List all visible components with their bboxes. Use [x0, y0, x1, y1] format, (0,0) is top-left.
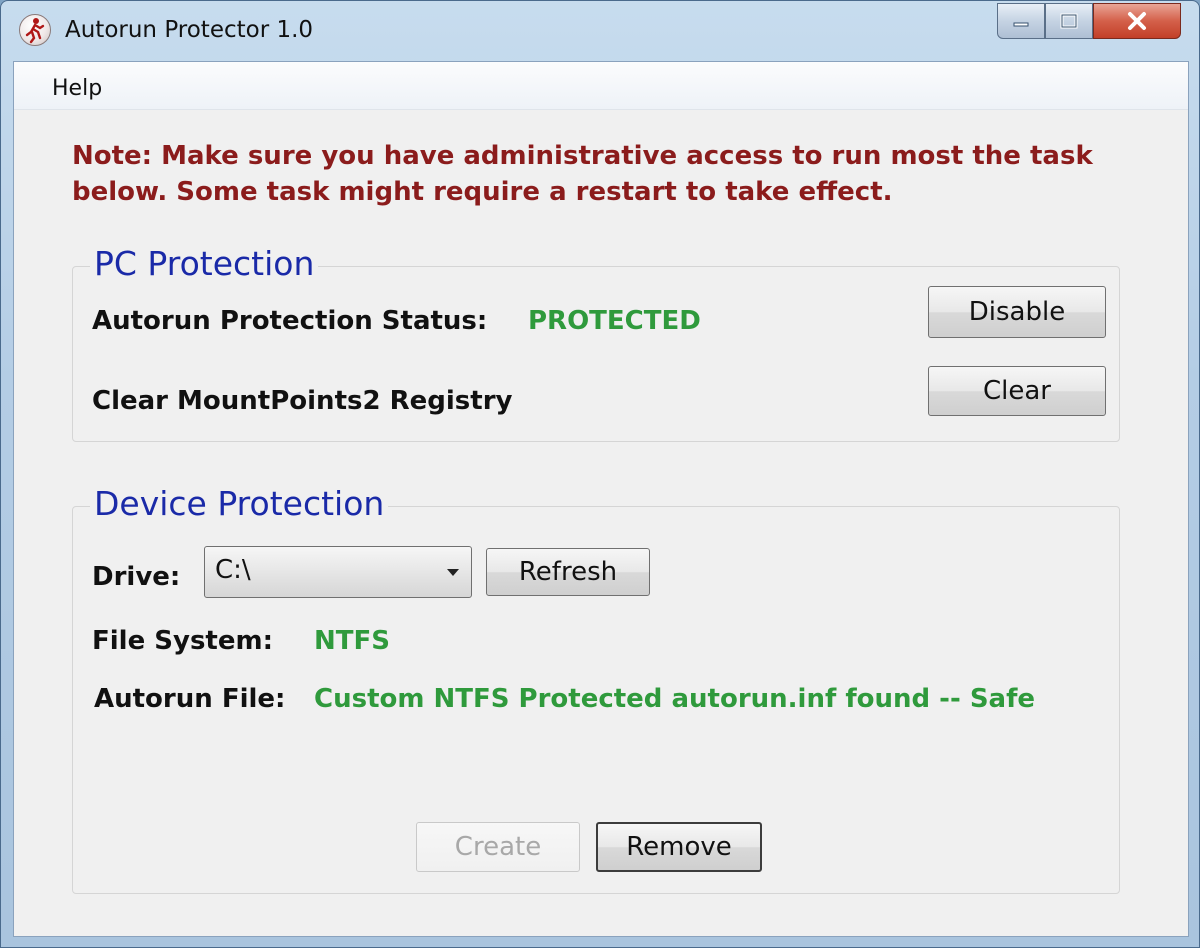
filesystem-value: NTFS — [314, 626, 390, 656]
autorun-file-value: Custom NTFS Protected autorun.inf found … — [314, 684, 1036, 714]
window-title: Autorun Protector 1.0 — [65, 17, 314, 43]
minimize-icon — [1013, 22, 1029, 27]
protection-status-value: PROTECTED — [528, 306, 701, 336]
create-button[interactable]: Create — [416, 822, 580, 872]
remove-button[interactable]: Remove — [596, 822, 762, 872]
autorun-file-label: Autorun File: — [94, 684, 286, 714]
app-runner-icon[interactable] — [19, 14, 51, 46]
title-bar[interactable]: Autorun Protector 1.0 — [1, 1, 1199, 61]
close-icon — [1128, 12, 1146, 30]
menu-help[interactable]: Help — [52, 76, 102, 101]
app-window: Autorun Protector 1.0 Help Note: Make su… — [0, 0, 1200, 948]
filesystem-label: File System: — [92, 626, 273, 656]
drive-select[interactable]: C:\ — [204, 546, 472, 598]
minimize-button[interactable] — [997, 3, 1045, 39]
runner-glyph-icon — [25, 18, 45, 44]
device-protection-title: Device Protection — [90, 484, 389, 523]
client-area: Help Note: Make sure you have administra… — [13, 61, 1189, 937]
maximize-button[interactable] — [1045, 3, 1093, 39]
admin-note: Note: Make sure you have administrative … — [72, 141, 1093, 207]
drive-select-value: C:\ — [215, 555, 251, 585]
menu-bar: Help — [14, 62, 1188, 110]
close-button[interactable] — [1093, 3, 1181, 39]
pc-protection-title: PC Protection — [90, 244, 319, 283]
clear-registry-label: Clear MountPoints2 Registry — [92, 386, 513, 416]
chevron-down-icon — [447, 569, 459, 576]
clear-button[interactable]: Clear — [928, 366, 1106, 416]
disable-button[interactable]: Disable — [928, 286, 1106, 338]
refresh-button[interactable]: Refresh — [486, 548, 650, 596]
protection-status-label: Autorun Protection Status: — [92, 306, 488, 336]
drive-label: Drive: — [92, 562, 181, 592]
caption-buttons — [997, 3, 1181, 41]
maximize-icon — [1060, 13, 1078, 29]
